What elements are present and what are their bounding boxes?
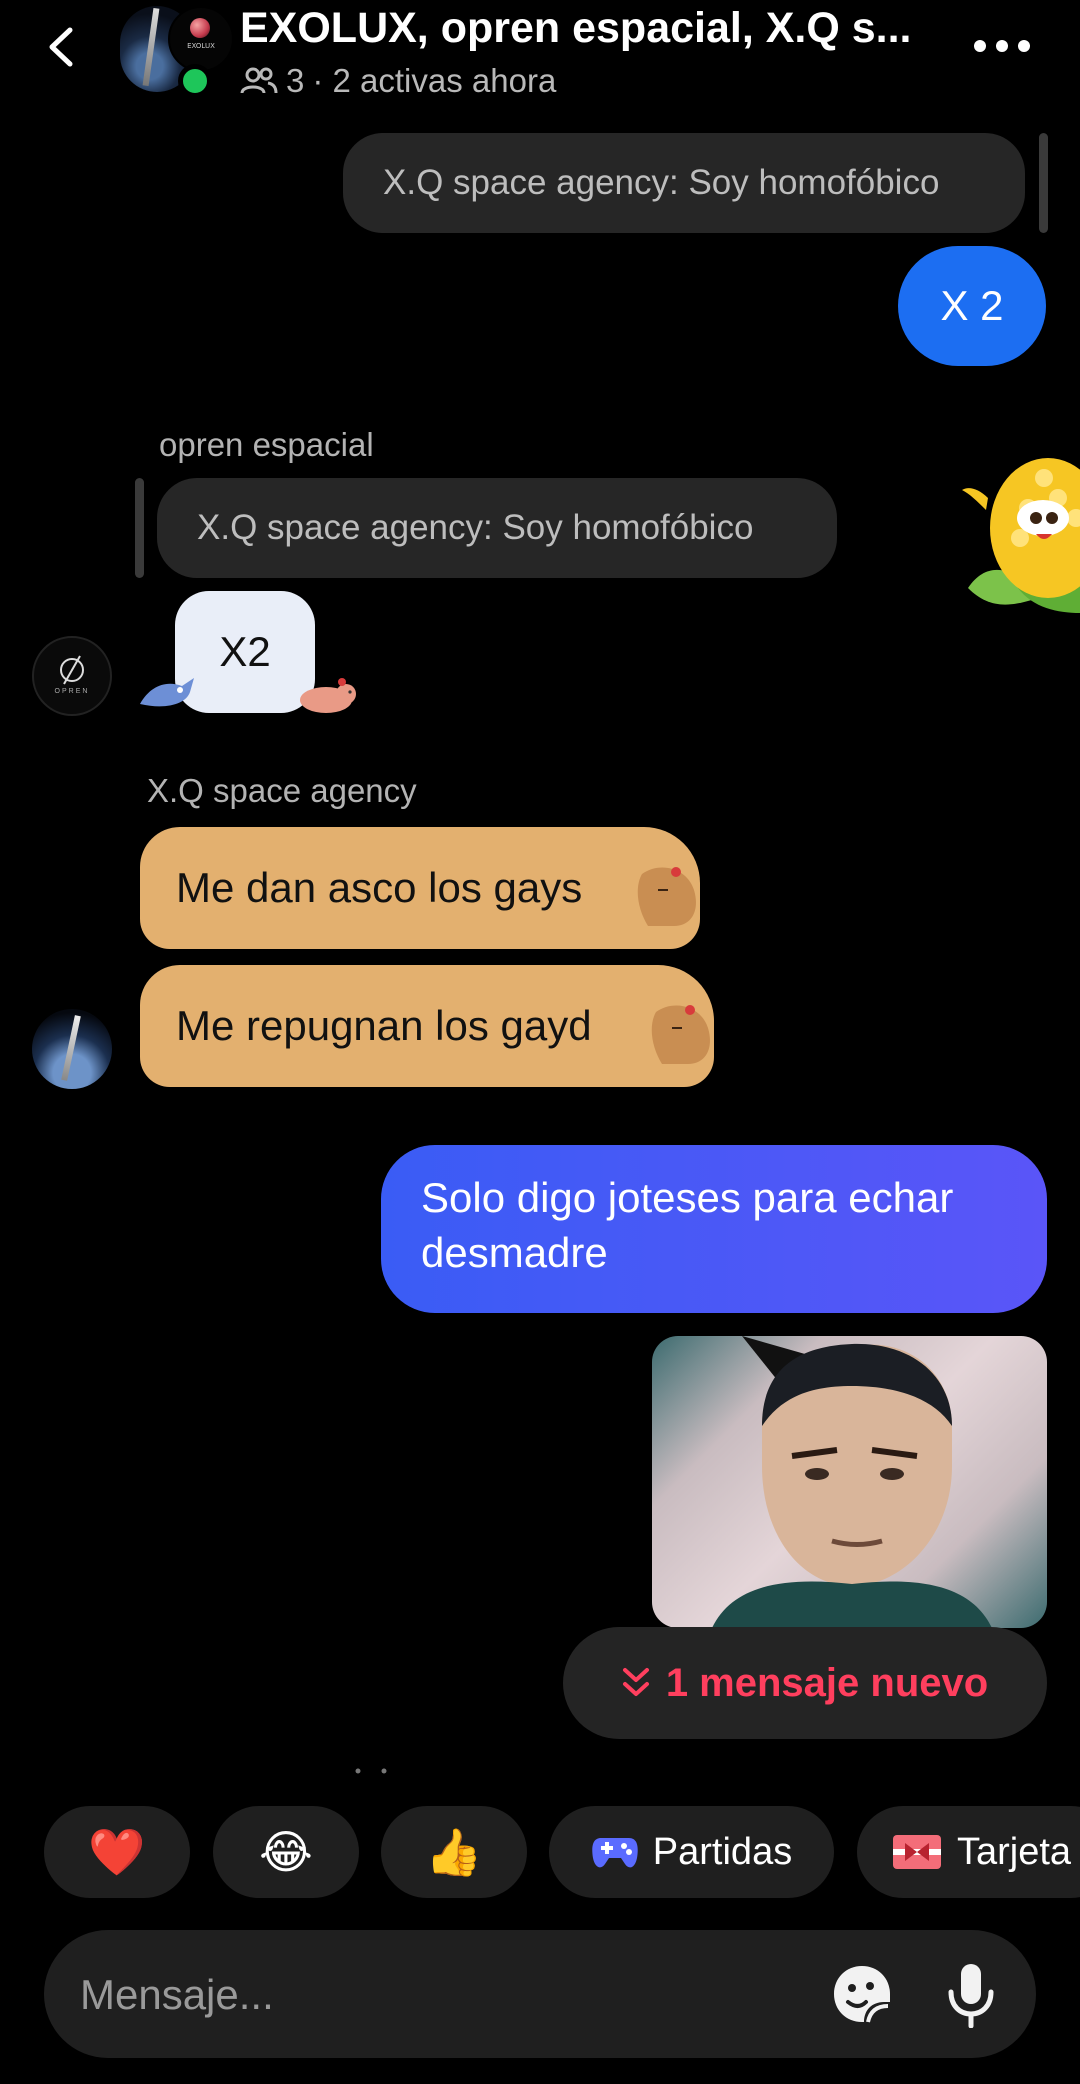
chevron-left-icon bbox=[49, 27, 73, 67]
bird-icon bbox=[140, 678, 194, 707]
voice-message-button[interactable] bbox=[944, 1960, 998, 2029]
chip-tarjeta-label: Tarjeta bbox=[957, 1830, 1072, 1873]
chip-heart[interactable]: ❤️ bbox=[44, 1806, 190, 1898]
my-message-2[interactable]: Solo digo joteses para echar desmadre bbox=[381, 1145, 1047, 1313]
message-input[interactable] bbox=[78, 1954, 822, 2036]
chip-partidas[interactable]: Partidas bbox=[549, 1806, 834, 1898]
quote-bar-1 bbox=[1039, 133, 1048, 233]
chat-title[interactable]: EXOLUX, opren espacial, X.Q s... bbox=[240, 4, 930, 53]
chip-laugh[interactable]: 😂 bbox=[213, 1806, 359, 1898]
capybara-bubble-decoration-2 bbox=[642, 998, 714, 1068]
heart-emoji-icon: ❤️ bbox=[88, 1825, 146, 1878]
xq-message-1-text: Me dan asco los gays bbox=[176, 864, 583, 911]
opren-avatar[interactable]: OPREN bbox=[32, 636, 112, 716]
member-count: 3 bbox=[286, 62, 305, 99]
thumbs-up-emoji-icon: 👍 bbox=[425, 1825, 483, 1878]
chip-thumbs-up[interactable]: 👍 bbox=[381, 1806, 527, 1898]
sender-name-xq: X.Q space agency bbox=[147, 772, 417, 809]
xq-message-2-text: Me repugnan los gayd bbox=[176, 1002, 592, 1049]
gamepad-icon bbox=[592, 1838, 638, 1868]
typing-dots-icon bbox=[355, 1768, 387, 1774]
reply-quote-1[interactable]: X.Q space agency: Soy homofóbico bbox=[343, 133, 1025, 233]
chip-partidas-label: Partidas bbox=[652, 1830, 793, 1873]
image-sticker[interactable] bbox=[652, 1336, 1047, 1628]
laughing-emoji-icon: 😂 bbox=[259, 1826, 313, 1878]
capybara-icon bbox=[651, 1005, 710, 1064]
member-avatar-exolux: EXOLUX bbox=[168, 6, 234, 72]
message-composer bbox=[44, 1930, 1036, 2058]
xq-avatar[interactable] bbox=[32, 1009, 112, 1089]
new-message-indicator[interactable]: 1 mensaje nuevo bbox=[563, 1627, 1047, 1739]
active-now-text: · 2 activas ahora bbox=[312, 62, 557, 99]
double-chevron-down-icon bbox=[622, 1668, 649, 1696]
capybara-icon bbox=[300, 678, 356, 713]
chip-tarjeta[interactable]: Tarjeta bbox=[857, 1806, 1080, 1898]
capybara-bubble-decoration-1 bbox=[628, 860, 700, 930]
man-face-sticker-icon bbox=[712, 1336, 992, 1628]
corn-mascot-icon bbox=[962, 458, 1080, 613]
corn-sticker[interactable] bbox=[948, 438, 1080, 616]
new-message-label: 1 mensaje nuevo bbox=[665, 1660, 989, 1705]
sticker-button[interactable] bbox=[830, 1962, 894, 2026]
opren-logo-icon bbox=[60, 655, 84, 685]
microphone-icon bbox=[948, 1964, 994, 2029]
opren-logo-text: OPREN bbox=[54, 688, 90, 695]
capybara-icon bbox=[637, 867, 696, 926]
online-status-dot bbox=[178, 64, 212, 98]
members-icon bbox=[240, 67, 278, 94]
gift-card-icon bbox=[893, 1835, 941, 1869]
capybara-sticker-decoration bbox=[288, 672, 360, 716]
sticker-face-icon bbox=[834, 1966, 890, 2023]
back-button[interactable] bbox=[40, 24, 86, 70]
more-options-button[interactable] bbox=[972, 36, 1032, 56]
xq-message-2[interactable]: Me repugnan los gayd bbox=[140, 965, 714, 1087]
xq-message-1[interactable]: Me dan asco los gays bbox=[140, 827, 700, 949]
typing-indicator bbox=[352, 1762, 392, 1774]
my-message-x2[interactable]: X 2 bbox=[898, 246, 1046, 366]
sender-name-opren: opren espacial bbox=[159, 426, 374, 463]
reply-quote-2[interactable]: X.Q space agency: Soy homofóbico bbox=[157, 478, 837, 578]
more-dots-icon bbox=[974, 40, 1030, 52]
bird-sticker-decoration bbox=[136, 664, 200, 714]
chat-subtitle: 3 · 2 activas ahora bbox=[240, 62, 556, 100]
quote-bar-2 bbox=[135, 478, 144, 578]
